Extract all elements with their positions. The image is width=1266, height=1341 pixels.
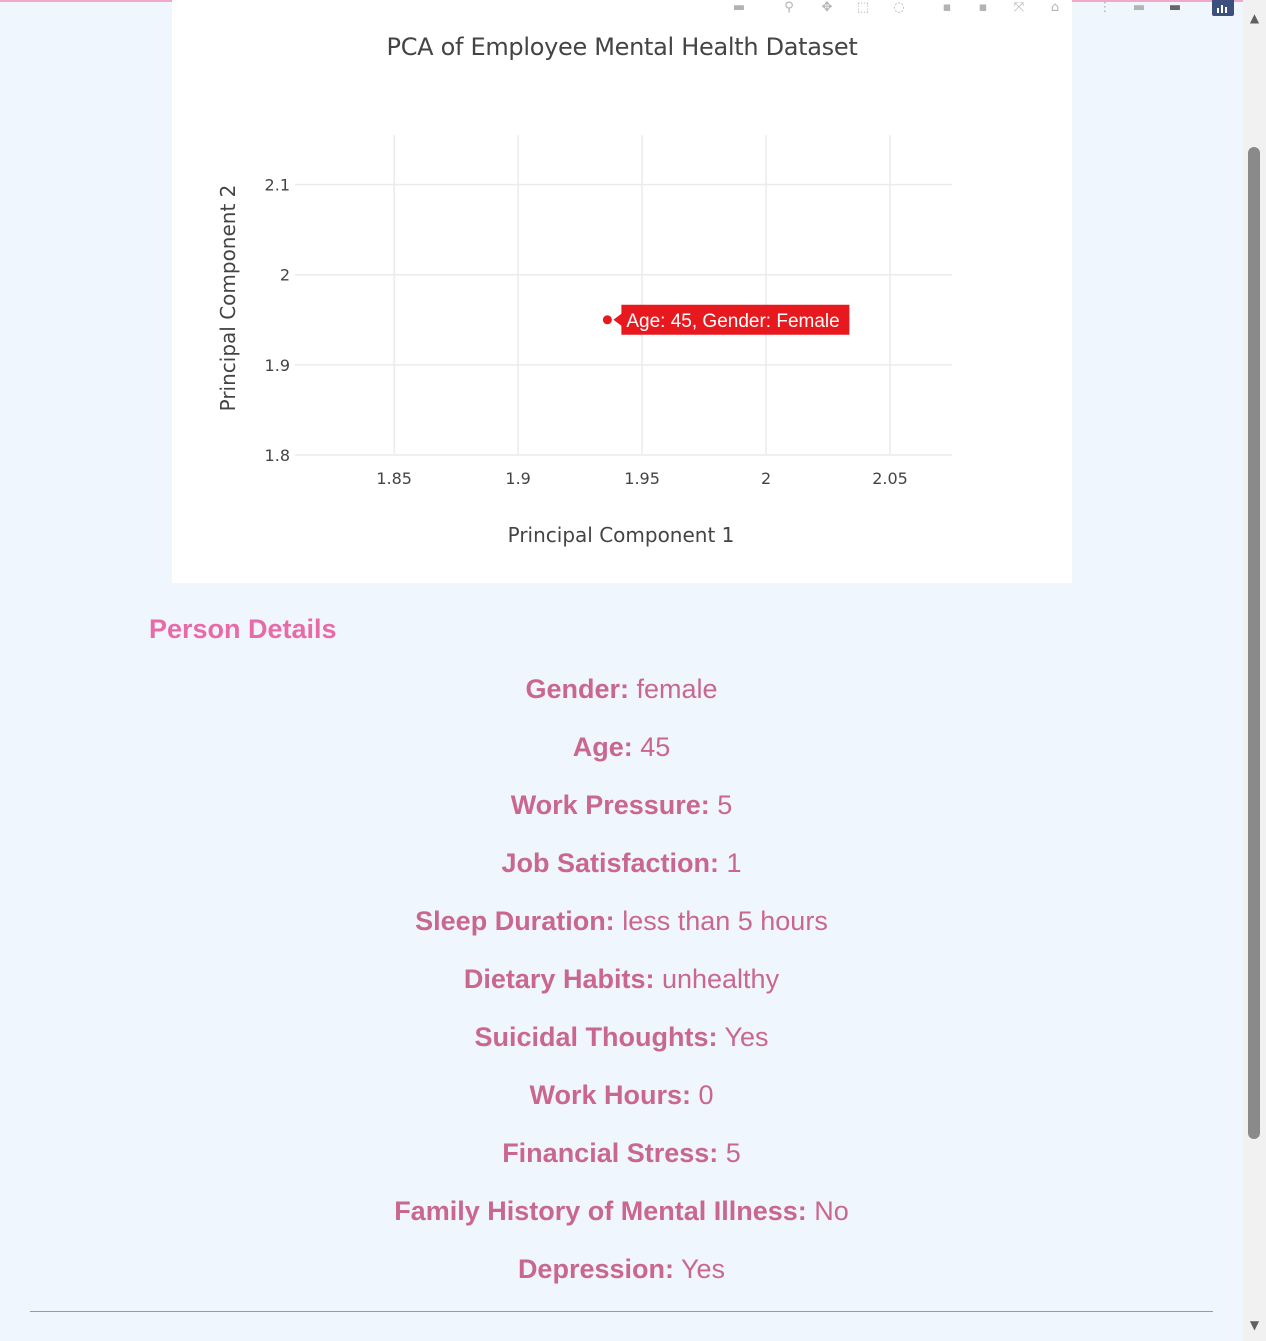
detail-row: Suicidal Thoughts: Yes xyxy=(0,1012,1243,1070)
x-tick-label: 1.9 xyxy=(505,469,530,488)
x-gridlines xyxy=(393,135,891,455)
detail-value: Yes xyxy=(673,1254,726,1284)
detail-row: Age: 45 xyxy=(0,722,1243,780)
detail-value: female xyxy=(628,674,718,704)
y-axis-title: Principal Component 2 xyxy=(216,185,240,412)
detail-value: 1 xyxy=(719,848,742,878)
detail-row: Dietary Habits: unhealthy xyxy=(0,954,1243,1012)
x-tick-labels: 1.85 1.9 1.95 2 2.05 xyxy=(376,469,907,488)
detail-label: Work Pressure: xyxy=(510,790,710,820)
data-points: Age: 45, Gender: Female xyxy=(602,304,850,335)
y-tick-labels: 2.1 2 1.9 1.8 xyxy=(265,176,290,465)
detail-label: Suicidal Thoughts: xyxy=(474,1022,718,1052)
divider xyxy=(30,1311,1213,1312)
scroll-up-arrow-icon[interactable]: ▲ xyxy=(1243,8,1266,28)
hover-closest-icon[interactable]: ▬ xyxy=(1127,0,1151,16)
detail-label: Family History of Mental Illness: xyxy=(394,1196,807,1226)
detail-value: No xyxy=(806,1196,849,1226)
scrollbar-thumb[interactable] xyxy=(1248,147,1260,1139)
scroll-down-arrow-icon[interactable]: ▼ xyxy=(1243,1315,1266,1335)
detail-row: Work Pressure: 5 xyxy=(0,780,1243,838)
page-scrollbar[interactable]: ▲ ▼ xyxy=(1243,0,1266,1341)
y-tick-label: 1.9 xyxy=(265,356,290,375)
spike-lines-icon[interactable]: ⋮ xyxy=(1093,0,1117,16)
detail-value: 5 xyxy=(718,1138,741,1168)
detail-label: Gender: xyxy=(525,674,629,704)
detail-row: Financial Stress: 5 xyxy=(0,1128,1243,1186)
detail-label: Depression: xyxy=(517,1254,674,1284)
detail-value: 45 xyxy=(632,732,671,762)
detail-label: Job Satisfaction: xyxy=(501,848,719,878)
hover-label: Age: 45, Gender: Female xyxy=(626,311,839,332)
x-tick-label: 1.85 xyxy=(376,469,412,488)
y-tick-label: 2.1 xyxy=(265,176,290,195)
detail-row: Job Satisfaction: 1 xyxy=(0,838,1243,896)
detail-value: 5 xyxy=(709,790,733,820)
x-tick-label: 1.95 xyxy=(624,469,660,488)
detail-value: Yes xyxy=(717,1022,769,1052)
hover-compare-icon[interactable]: ▬ xyxy=(1163,0,1187,16)
x-tick-label: 2 xyxy=(761,469,771,488)
detail-label: Financial Stress: xyxy=(502,1138,719,1168)
pca-plot[interactable]: ▬ ⚲ ✥ ⬚ ◌ ▪ ▪ ⤧ ⌂ ⋮ ▬ ▬ PCA of Employee … xyxy=(172,0,1234,583)
y-tick-label: 1.8 xyxy=(265,446,290,465)
detail-row: Work Hours: 0 xyxy=(0,1070,1243,1128)
detail-value: unhealthy xyxy=(654,964,780,994)
detail-label: Dietary Habits: xyxy=(463,964,655,994)
scatter-chart: 1.85 1.9 1.95 2 2.05 2.1 2 1.9 1.8 Age: 45, Gen… xyxy=(216,135,952,547)
detail-value: 0 xyxy=(690,1080,714,1110)
person-details-title: Person Details xyxy=(149,614,337,644)
detail-row: Family History of Mental Illness: No xyxy=(0,1186,1243,1244)
data-point[interactable] xyxy=(602,315,612,325)
detail-row: Sleep Duration: less than 5 hours xyxy=(0,896,1243,954)
detail-label: Work Hours: xyxy=(529,1080,691,1110)
x-tick-label: 2.05 xyxy=(872,469,908,488)
detail-label: Age: xyxy=(572,732,633,762)
detail-label: Sleep Duration: xyxy=(415,906,615,936)
y-tick-label: 2 xyxy=(280,266,290,285)
person-details-list: Gender: female Age: 45 Work Pressure: 5 Job… xyxy=(0,664,1243,1302)
x-axis-title: Principal Component 1 xyxy=(508,523,735,547)
detail-value: less than 5 hours xyxy=(614,906,828,936)
detail-row: Depression: Yes xyxy=(0,1244,1243,1302)
detail-row: Gender: female xyxy=(0,664,1243,722)
plotly-logo-icon[interactable] xyxy=(1212,0,1234,16)
